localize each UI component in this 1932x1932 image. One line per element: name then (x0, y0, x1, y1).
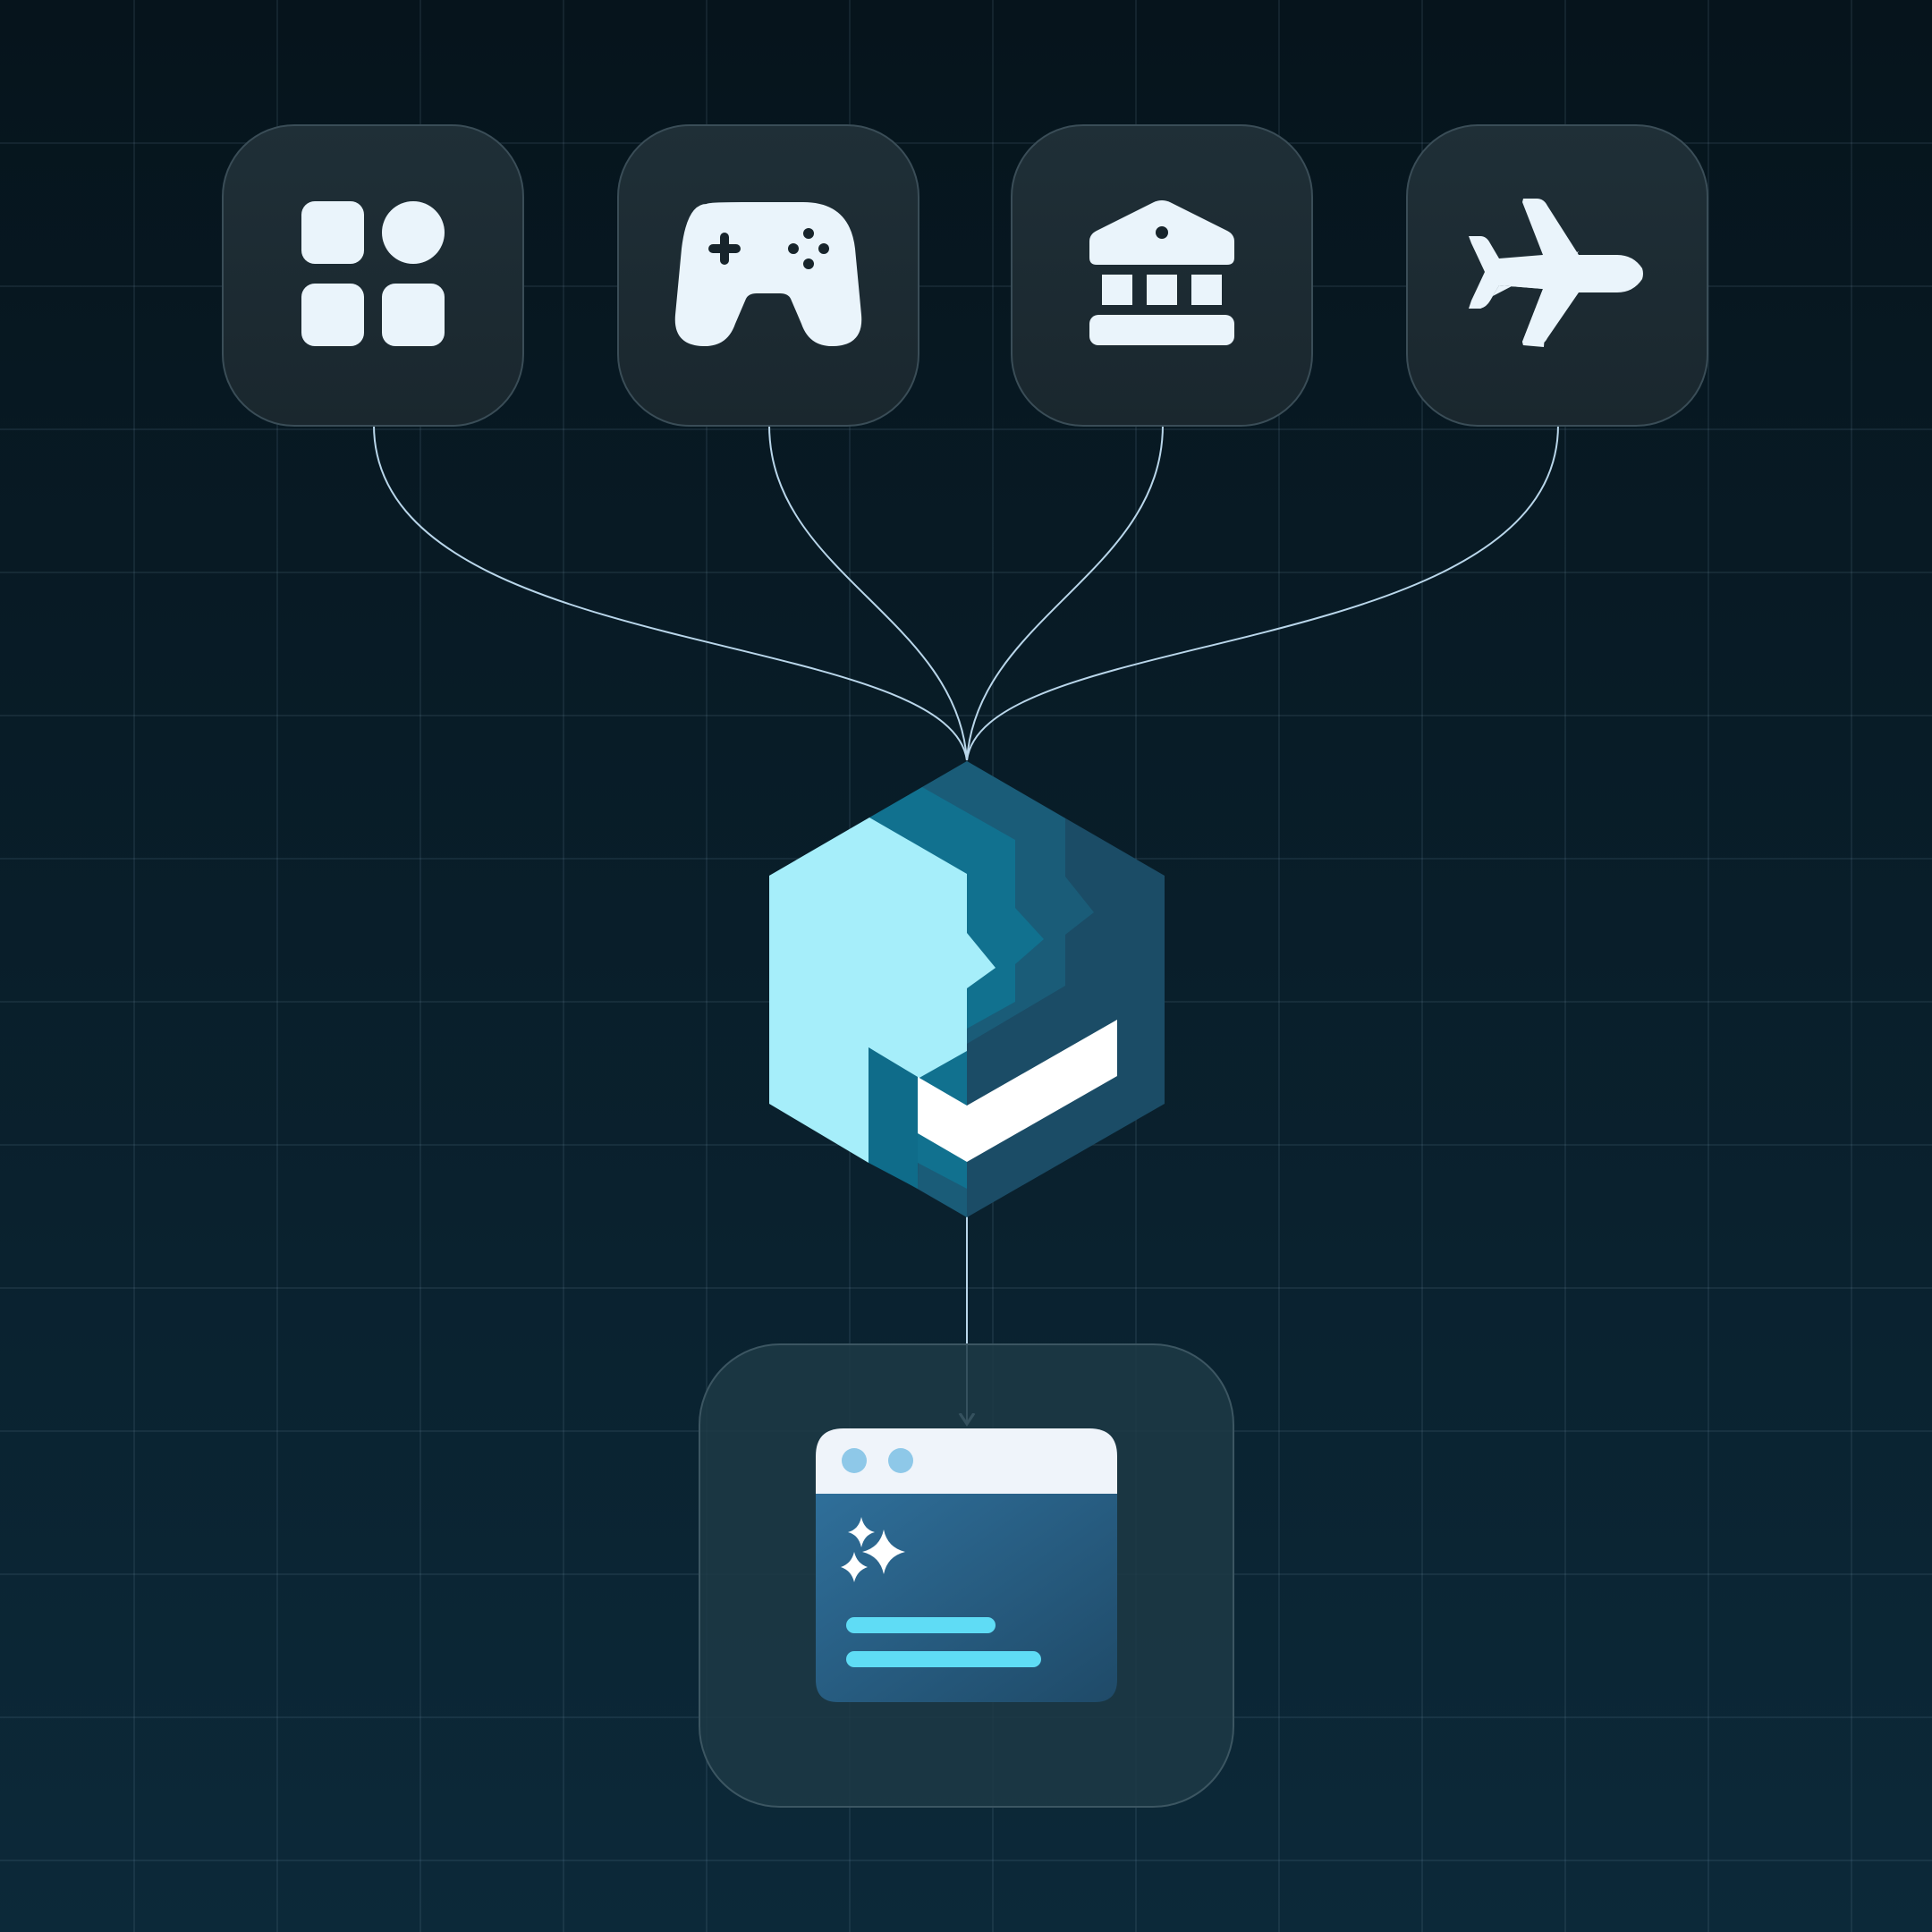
source-tile-bank (1011, 124, 1313, 427)
window-dot (842, 1448, 867, 1473)
text-line (846, 1617, 996, 1633)
window-dot (888, 1448, 913, 1473)
source-tile-gamepad (617, 124, 919, 427)
source-tile-apps (222, 124, 524, 427)
browser-window-sparkles-icon (816, 1428, 1117, 1702)
text-line (846, 1651, 1041, 1667)
output-tile (699, 1343, 1234, 1808)
tile-background (222, 124, 524, 427)
source-tile-airplane (1406, 124, 1708, 427)
diagram-canvas (0, 0, 1932, 1932)
